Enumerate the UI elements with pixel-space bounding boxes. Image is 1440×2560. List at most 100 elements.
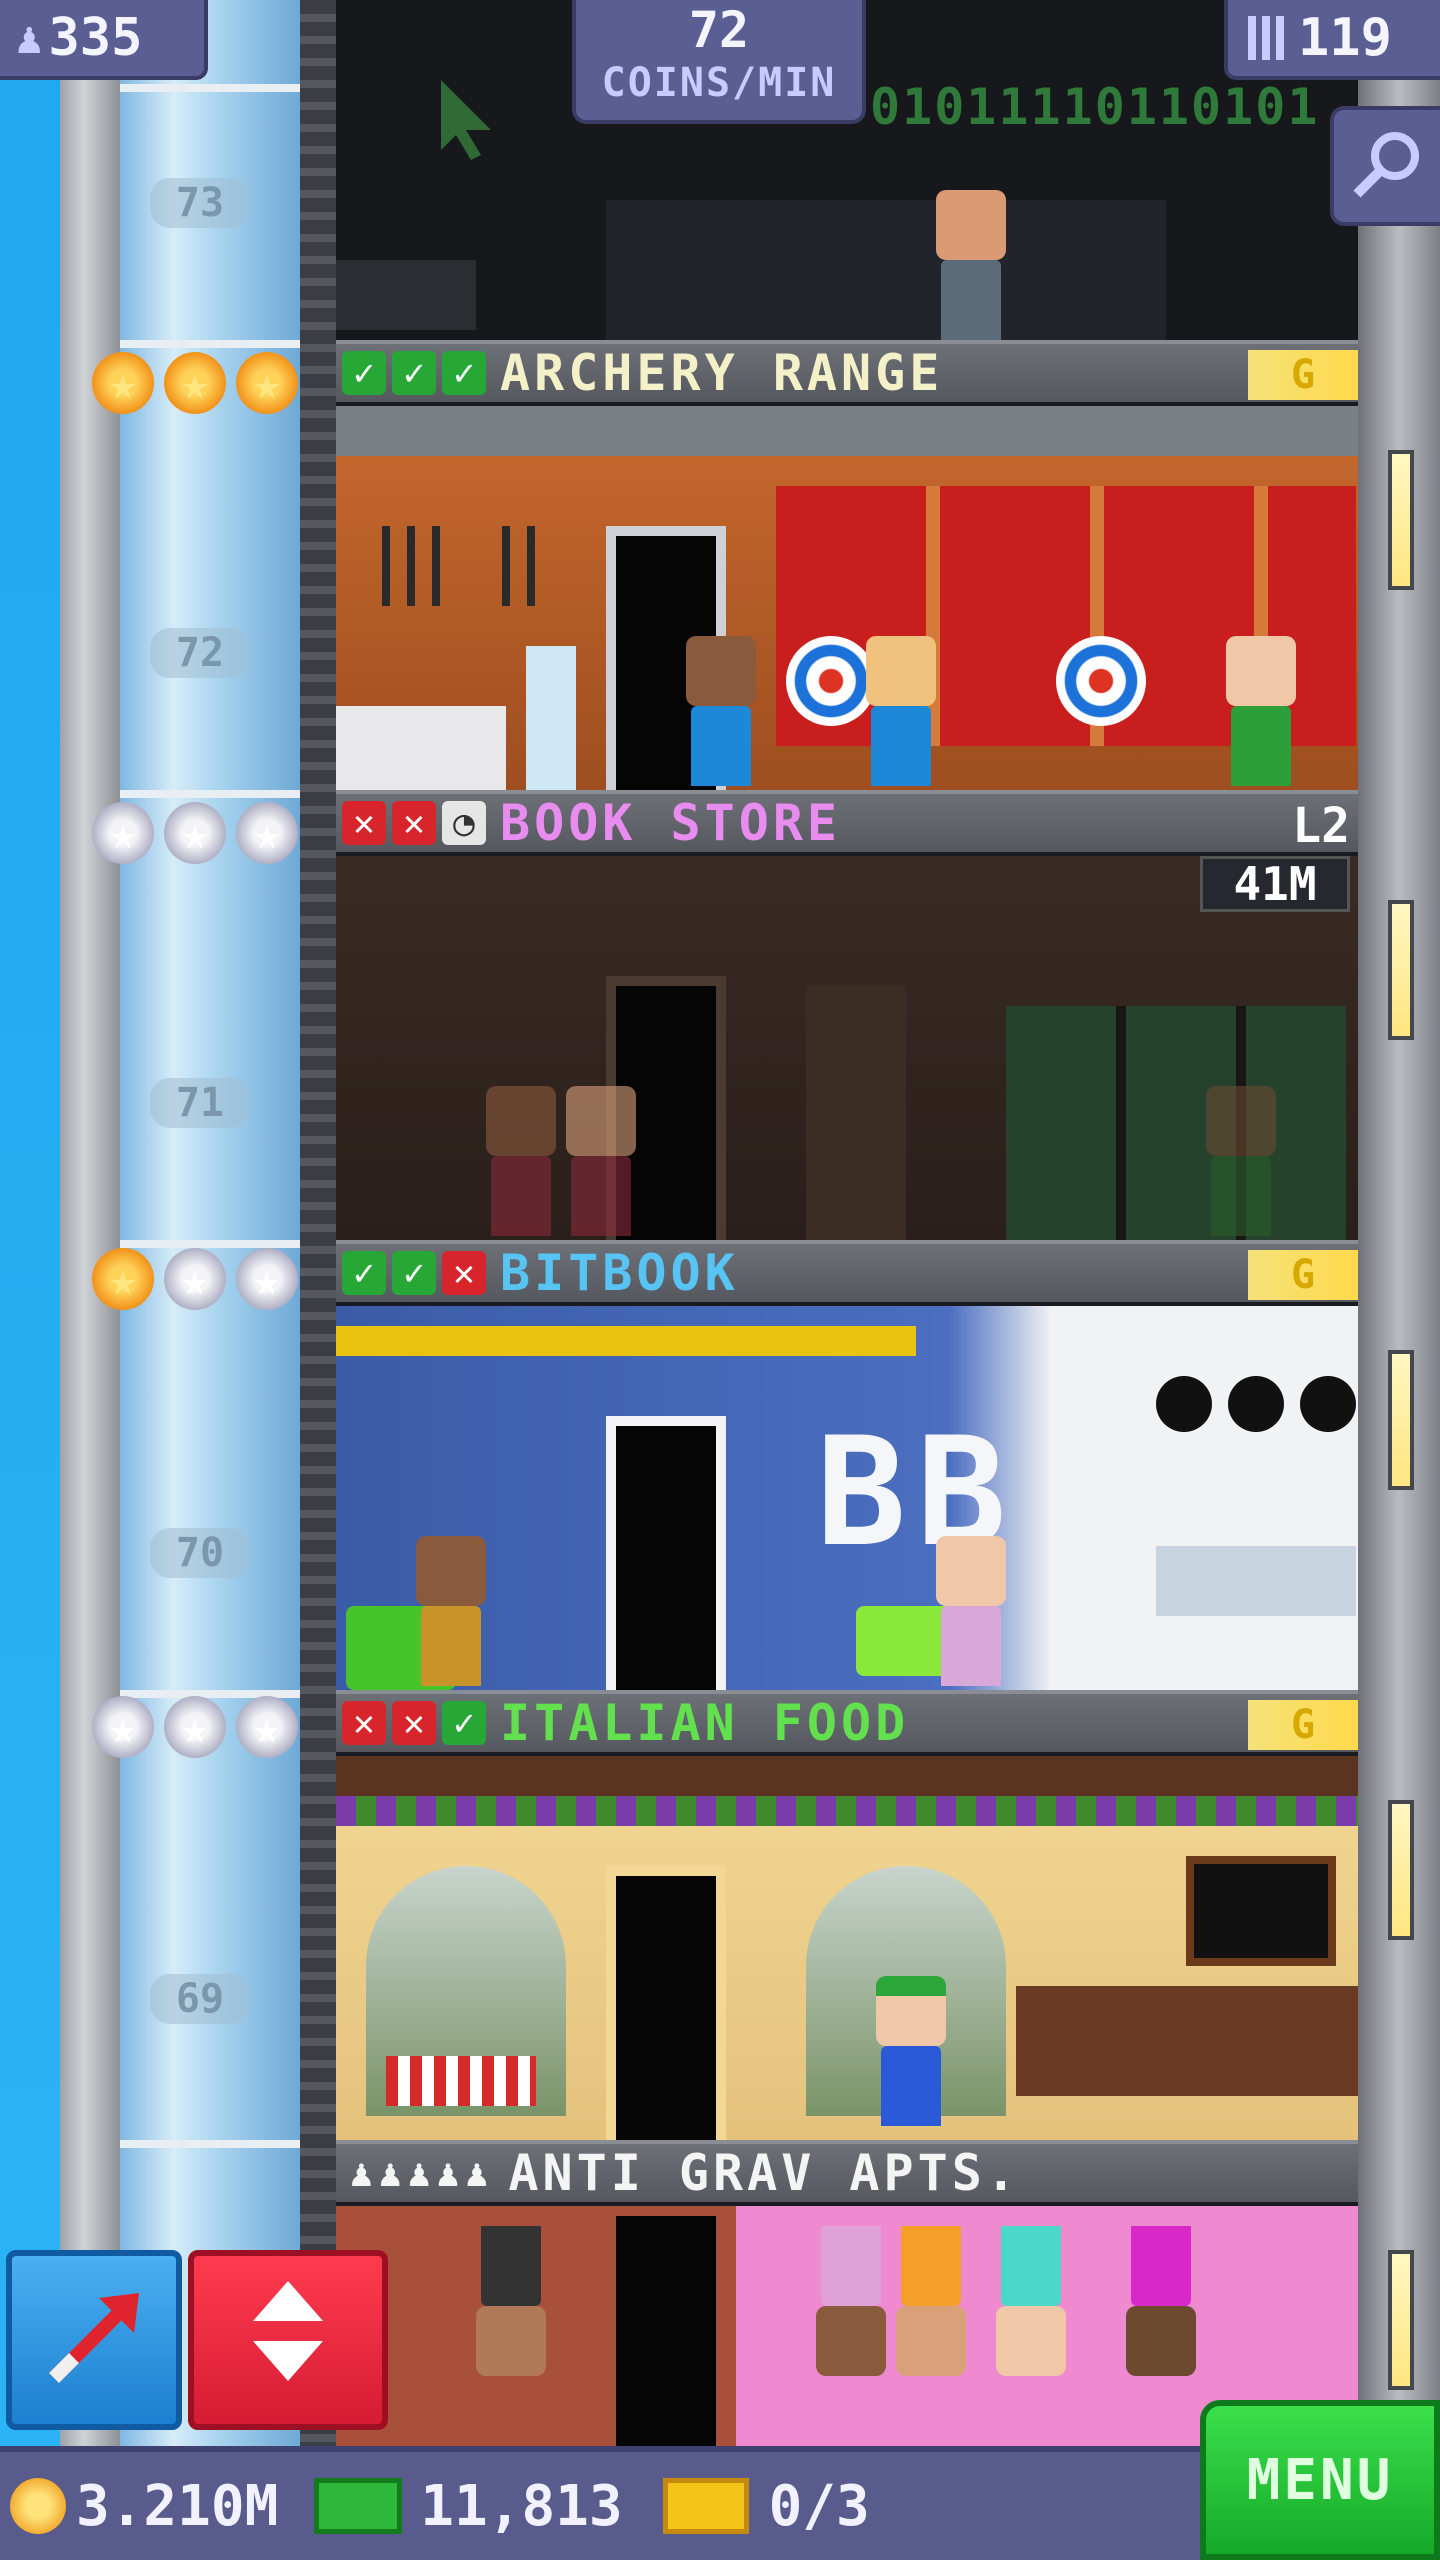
gold-badge[interactable]: G <box>1248 1250 1358 1300</box>
window <box>1388 1350 1414 1490</box>
floor-number: 70 <box>150 1528 250 1578</box>
star-icon: ★ <box>164 1696 226 1758</box>
floor-room[interactable] <box>336 406 1358 790</box>
ceiling <box>336 406 1358 456</box>
shaft-bar <box>120 2140 300 2148</box>
coins-per-minute[interactable]: 72 COINS/MIN <box>572 0 866 124</box>
resident[interactable] <box>896 2226 966 2376</box>
floor-number: 71 <box>150 1078 250 1128</box>
star-icon: ★ <box>164 352 226 414</box>
resident[interactable] <box>866 636 936 786</box>
cross-icon: ✕ <box>442 1251 486 1295</box>
floor-number: 72 <box>150 628 250 678</box>
floor-stars: ★ ★ ★ <box>92 352 298 414</box>
resident-body <box>941 1606 1001 1686</box>
binary-decor: 01011110110101 <box>870 78 1320 136</box>
gold-badge[interactable]: G <box>1248 1700 1358 1750</box>
star-icon: ★ <box>236 1248 298 1310</box>
resident-head <box>1206 1086 1276 1156</box>
shaft-bar <box>120 790 300 798</box>
resident[interactable] <box>416 1536 486 1686</box>
resident[interactable] <box>486 1086 556 1236</box>
check-icon: ✓ <box>392 351 436 395</box>
population-value: 335 <box>48 8 143 68</box>
desk <box>336 260 476 330</box>
floor-name: ITALIAN FOOD <box>500 1694 910 1752</box>
window <box>1388 2250 1414 2390</box>
elevator-button[interactable] <box>188 2250 388 2430</box>
resident[interactable] <box>1206 1086 1276 1236</box>
resident[interactable] <box>936 1536 1006 1686</box>
floors-counter[interactable]: 119 <box>1224 0 1440 80</box>
floor-label-bar[interactable]: ♟♟♟♟♟ ANTI GRAV APTS. <box>336 2140 1358 2202</box>
floor-book-store[interactable]: ✕ ✕ ◔ BOOK STORE L2 41M <box>336 790 1358 1240</box>
bux-value[interactable]: 11,813 <box>420 2474 622 2539</box>
floor-room[interactable] <box>336 1756 1358 2140</box>
cross-icon: ✕ <box>342 801 386 845</box>
resident-body <box>421 1606 481 1686</box>
star-icon: ★ <box>236 802 298 864</box>
computer-desks <box>606 200 1166 340</box>
population-counter[interactable]: ♟ 335 <box>0 0 208 80</box>
resident-body <box>571 1156 631 1236</box>
zoom-button[interactable] <box>1330 106 1440 226</box>
resident-body <box>1001 2226 1061 2306</box>
floor-bitbook[interactable]: ✓ ✓ ✕ BITBOOK G BB <box>336 1240 1358 1690</box>
check-icon: ✓ <box>442 351 486 395</box>
floor-label-bar[interactable]: ✕ ✕ ◔ BOOK STORE L2 <box>336 790 1358 854</box>
window <box>1388 900 1414 1040</box>
resident-body <box>871 706 931 786</box>
floor-archery-range[interactable]: ✓ ✓ ✓ ARCHERY RANGE G <box>336 340 1358 790</box>
ticket-icon <box>662 2478 749 2534</box>
target-icon <box>786 636 876 726</box>
floor-anti-grav-apts[interactable]: ♟♟♟♟♟ ANTI GRAV APTS. <box>336 2140 1358 2450</box>
resident-head <box>866 636 936 706</box>
resident[interactable] <box>816 2226 886 2376</box>
counter <box>336 706 506 790</box>
room-door[interactable] <box>606 1866 726 2140</box>
floor-name: BITBOOK <box>500 1244 739 1302</box>
bookshelves <box>1006 1006 1346 1240</box>
resident[interactable] <box>566 1086 636 1236</box>
star-icon: ★ <box>92 1248 154 1310</box>
floor-number: 69 <box>150 1974 250 2024</box>
person-icon: ♟ <box>16 12 43 64</box>
resident[interactable] <box>476 2226 546 2376</box>
room-door[interactable] <box>606 2206 726 2450</box>
right-wall <box>1358 0 1440 2450</box>
bux-icon <box>314 2478 403 2534</box>
resident[interactable] <box>686 636 756 786</box>
clocks <box>1156 1376 1356 1432</box>
gold-badge[interactable]: G <box>1248 350 1358 400</box>
star-icon: ★ <box>236 1696 298 1758</box>
arrow-icon <box>39 2283 149 2397</box>
floor-stars: ★ ★ ★ <box>92 802 298 864</box>
room-door[interactable] <box>606 1416 726 1690</box>
floor-label-bar[interactable]: ✕ ✕ ✓ ITALIAN FOOD G <box>336 1690 1358 1752</box>
floor-italian-food[interactable]: ✕ ✕ ✓ ITALIAN FOOD G <box>336 1690 1358 2140</box>
floor-label-bar[interactable]: ✓ ✓ ✕ BITBOOK G <box>336 1240 1358 1302</box>
resident-body <box>941 260 1001 340</box>
star-icon: ★ <box>236 352 298 414</box>
resident[interactable] <box>936 190 1006 340</box>
resident-head <box>1126 2306 1196 2376</box>
build-button[interactable] <box>6 2250 182 2430</box>
menu-button[interactable]: MENU <box>1200 2400 1440 2560</box>
floor-room[interactable]: BB <box>336 1306 1358 1690</box>
shaft-bar <box>120 84 300 92</box>
floor-label-bar[interactable]: ✓ ✓ ✓ ARCHERY RANGE G <box>336 340 1358 402</box>
updown-icon <box>243 2271 333 2410</box>
floor-room[interactable]: 41M <box>336 856 1358 1240</box>
coins-value[interactable]: 3.210M <box>76 2474 278 2539</box>
target-icon <box>1056 636 1146 726</box>
yellow-pipe <box>336 1326 916 1356</box>
resident[interactable] <box>1126 2226 1196 2376</box>
resident-head <box>486 1086 556 1156</box>
cursor-icon <box>436 80 496 160</box>
tickets-value[interactable]: 0/3 <box>769 2474 870 2539</box>
resident[interactable] <box>876 1976 946 2126</box>
resident[interactable] <box>996 2226 1066 2376</box>
clock-icon <box>1228 1376 1284 1432</box>
resident[interactable] <box>1226 636 1296 786</box>
resident-body <box>481 2226 541 2306</box>
